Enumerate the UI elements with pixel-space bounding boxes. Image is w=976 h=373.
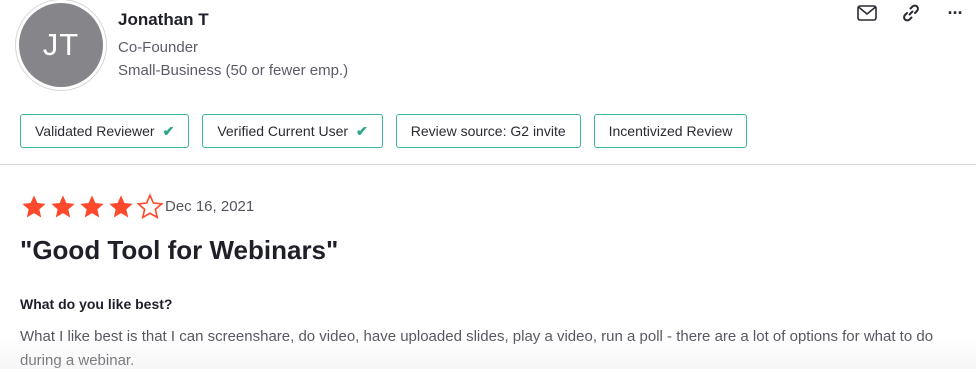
star-filled-icon — [22, 195, 46, 218]
star-filled-icon — [109, 195, 133, 218]
badge-list: Validated Reviewer ✔ Verified Current User… — [20, 114, 748, 148]
badge-label: Validated Reviewer — [35, 123, 155, 139]
more-icon[interactable]: ··· — [944, 3, 966, 23]
check-icon: ✔ — [162, 122, 175, 139]
badge[interactable]: Verified Current User ✔ — [202, 114, 383, 148]
mail-icon[interactable] — [856, 3, 878, 23]
review-date: Dec 16, 2021 — [165, 198, 255, 215]
divider — [0, 164, 976, 165]
reviewer-role: Co-Founder — [118, 39, 199, 56]
badge-label: Review source: G2 invite — [410, 123, 566, 139]
badge[interactable]: Validated Reviewer ✔ — [20, 114, 190, 148]
review-actions: ··· — [856, 3, 966, 23]
avatar: JT — [19, 3, 103, 87]
star-filled-icon — [80, 195, 104, 218]
star-rating — [20, 193, 164, 221]
reviewer-name[interactable]: Jonathan T — [118, 10, 209, 30]
badge-label: Verified Current User — [217, 123, 349, 139]
avatar-initials: JT — [42, 27, 80, 62]
badge-label: Incentivized Review — [608, 123, 733, 139]
review-title[interactable]: "Good Tool for Webinars" — [20, 235, 338, 266]
star-empty-icon — [136, 193, 164, 220]
question-heading: What do you like best? — [20, 296, 173, 312]
link-icon[interactable] — [900, 3, 922, 23]
badge[interactable]: Incentivized Review — [593, 114, 748, 148]
badge[interactable]: Review source: G2 invite — [395, 114, 581, 148]
star-filled-icon — [51, 195, 75, 218]
check-icon: ✔ — [356, 122, 368, 139]
bottom-fade — [0, 335, 976, 369]
reviewer-company-size: Small-Business (50 or fewer emp.) — [118, 62, 349, 79]
